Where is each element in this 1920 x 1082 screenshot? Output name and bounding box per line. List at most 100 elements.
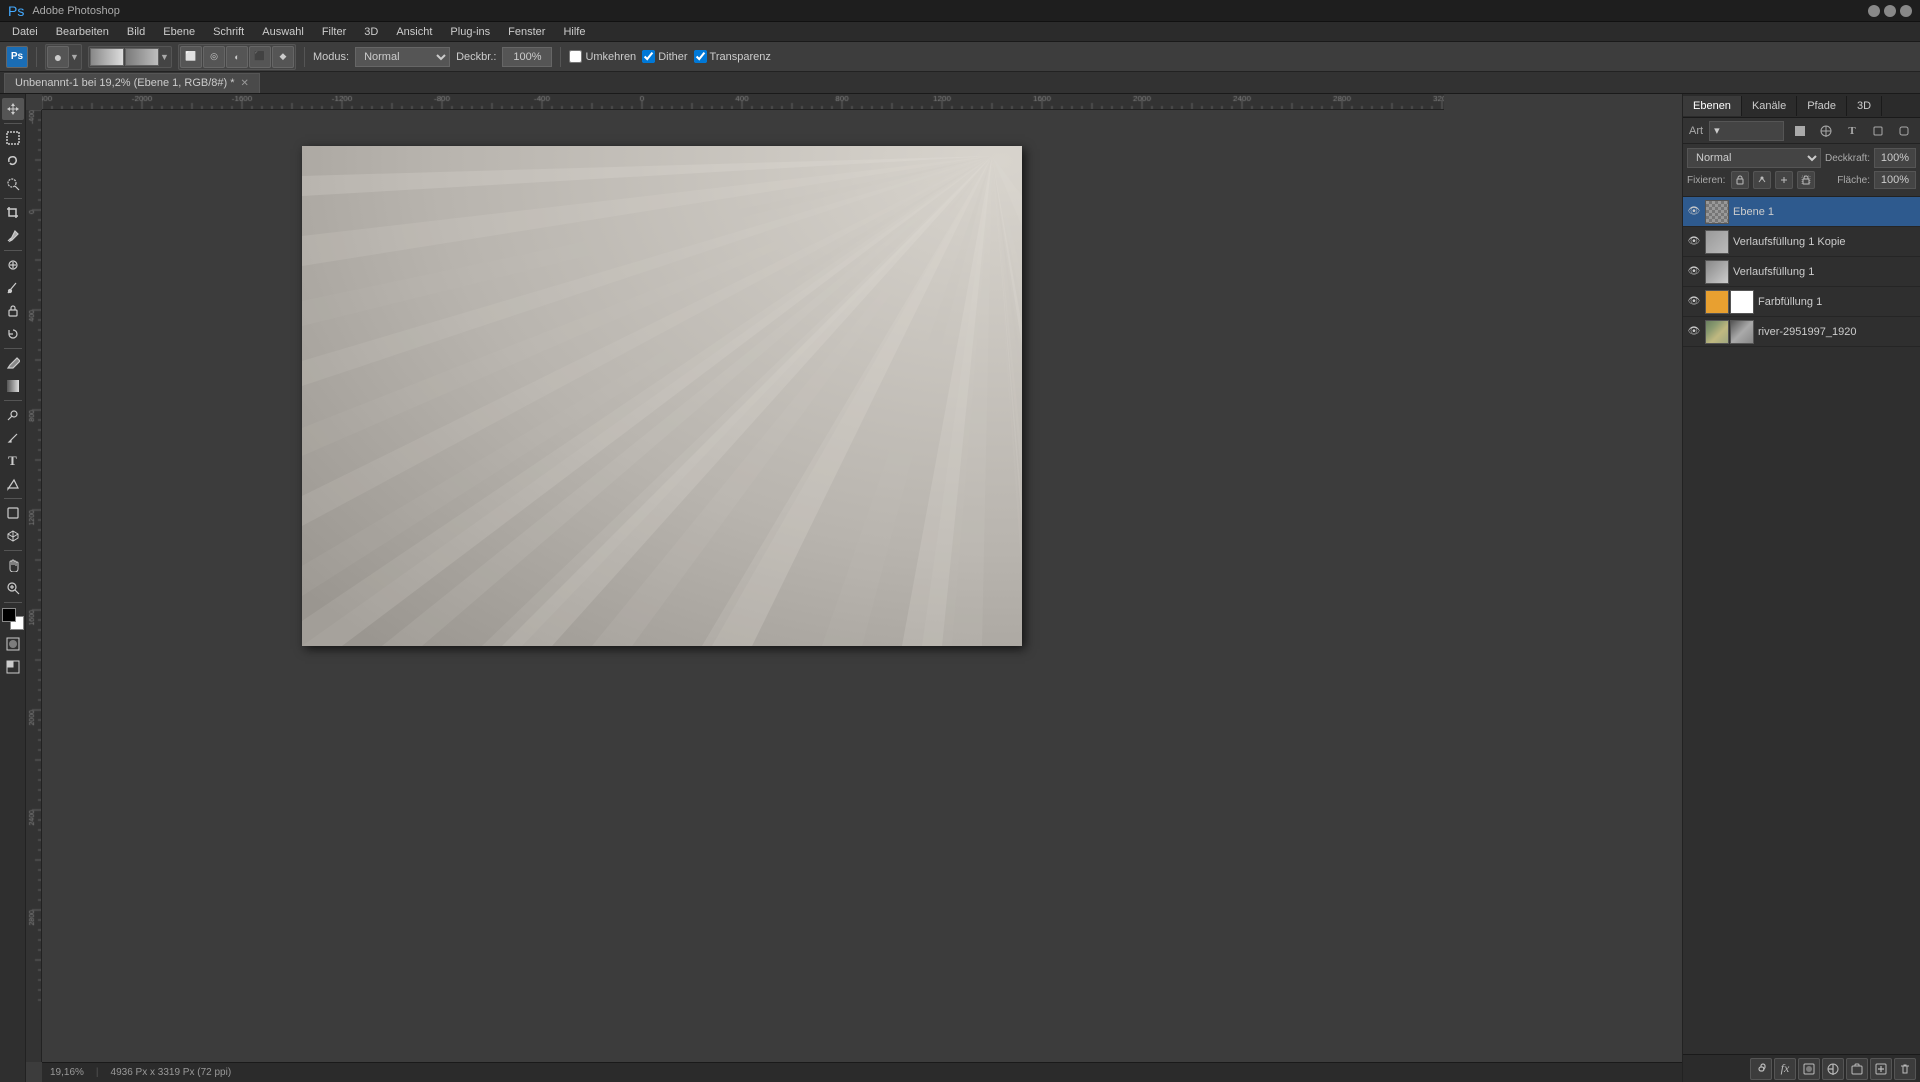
filter-type-btn[interactable]: T [1842,121,1862,141]
add-group-btn[interactable] [1846,1058,1868,1080]
transparency-checkbox[interactable] [694,50,707,63]
path-select-tool[interactable] [2,473,24,495]
fill-value-input[interactable] [1874,171,1916,189]
tab-kanaele[interactable]: Kanäle [1742,96,1797,116]
blend-mode-select[interactable]: Normal Auflösen Multiplizieren [1687,148,1821,168]
art-select[interactable]: ▾ [1709,121,1784,141]
screen-mode-btn[interactable] [2,656,24,678]
crop-tool[interactable] [2,202,24,224]
menu-schrift[interactable]: Schrift [205,24,252,40]
menu-datei[interactable]: Datei [4,24,46,40]
doc-tab-close[interactable]: ✕ [241,78,249,89]
link-layers-btn[interactable] [1750,1058,1772,1080]
quick-mask-btn[interactable] [2,633,24,655]
brush-dropdown-arrow[interactable]: ▼ [70,52,80,62]
gradient-diamond-icon[interactable]: ◆ [272,46,294,68]
add-adjustment-btn[interactable] [1822,1058,1844,1080]
menu-plugins[interactable]: Plug-ins [442,24,498,40]
3d-tool[interactable] [2,525,24,547]
pen-tool[interactable] [2,427,24,449]
layer-eye-river[interactable]: 👁 [1687,325,1701,339]
gradient-style-group[interactable]: ▼ [88,46,172,68]
opacity-value-input[interactable] [1874,148,1916,168]
add-layer-btn[interactable] [1870,1058,1892,1080]
gradient-radial-btn[interactable] [125,48,159,66]
gradient-angle-icon[interactable]: ◐ [226,46,248,68]
layer-eye-verlauf[interactable]: 👁 [1687,265,1701,279]
gradient-reflected-icon[interactable]: ⬛ [249,46,271,68]
layer-item-farbfuellung[interactable]: 👁 Farbfüllung 1 [1683,287,1920,317]
menu-ebene[interactable]: Ebene [155,24,203,40]
filter-adjust-btn[interactable] [1816,121,1836,141]
layer-item-river[interactable]: 👁 river-2951997_1920 [1683,317,1920,347]
layer-eye-farbfuellung[interactable]: 👁 [1687,295,1701,309]
hand-tool[interactable] [2,554,24,576]
gradient-type-group[interactable]: ⬜ ◎ ◐ ⬛ ◆ [178,44,296,70]
text-tool[interactable]: T [2,450,24,472]
lock-all-btn[interactable] [1797,171,1815,189]
layer-item-verlauf-kopie[interactable]: 👁 Verlaufsfüllung 1 Kopie [1683,227,1920,257]
layer-eye-ebene1[interactable]: 👁 [1687,205,1701,219]
delete-layer-btn[interactable] [1894,1058,1916,1080]
title-bar-buttons[interactable] [1868,5,1912,17]
quick-select-tool[interactable] [2,173,24,195]
filter-shape-btn[interactable] [1868,121,1888,141]
canvas-document[interactable] [302,146,1022,646]
dodge-tool[interactable] [2,404,24,426]
add-mask-btn[interactable] [1798,1058,1820,1080]
shape-tool[interactable] [2,502,24,524]
lock-transparent-btn[interactable] [1731,171,1749,189]
menu-auswahl[interactable]: Auswahl [254,24,312,40]
history-brush-tool[interactable] [2,323,24,345]
lock-position-btn[interactable] [1775,171,1793,189]
stamp-tool[interactable] [2,300,24,322]
brush-tip-btn[interactable]: ● [47,46,69,68]
filter-smart-btn[interactable] [1894,121,1914,141]
heal-tool[interactable] [2,254,24,276]
lock-pixels-btn[interactable] [1753,171,1771,189]
zoom-tool[interactable] [2,577,24,599]
maximize-btn[interactable] [1884,5,1896,17]
layer-item-verlauf[interactable]: 👁 Verlaufsfüllung 1 [1683,257,1920,287]
fg-color-swatch[interactable] [2,608,16,622]
ps-home-btn[interactable]: Ps [6,46,28,68]
layer-eye-verlauf-kopie[interactable]: 👁 [1687,235,1701,249]
reverse-checkbox[interactable] [569,50,582,63]
gradient-linear-btn[interactable] [90,48,124,66]
menu-bearbeiten[interactable]: Bearbeiten [48,24,117,40]
mode-select[interactable]: Normal Auflösen Multiplizieren [355,47,450,67]
gradient-tool[interactable] [2,375,24,397]
lasso-tool[interactable] [2,150,24,172]
menu-hilfe[interactable]: Hilfe [555,24,593,40]
menu-ansicht[interactable]: Ansicht [388,24,440,40]
transparency-checkbox-label[interactable]: Transparenz [694,50,771,63]
eraser-tool[interactable] [2,352,24,374]
gradient-dropdown-arrow[interactable]: ▼ [160,52,170,62]
brush-preset-group[interactable]: ● ▼ [45,44,82,70]
close-btn[interactable] [1900,5,1912,17]
menu-3d[interactable]: 3D [356,24,386,40]
dither-checkbox-label[interactable]: Dither [642,50,687,63]
layer-item-ebene1[interactable]: 👁 Ebene 1 [1683,197,1920,227]
move-tool[interactable] [2,98,24,120]
gradient-radial-icon[interactable]: ◎ [203,46,225,68]
gradient-linear-icon[interactable]: ⬜ [180,46,202,68]
eyedropper-tool[interactable] [2,225,24,247]
canvas-scroll-area[interactable] [42,110,1682,1062]
dither-checkbox[interactable] [642,50,655,63]
tab-pfade[interactable]: Pfade [1797,96,1847,116]
reverse-checkbox-label[interactable]: Umkehren [569,50,636,63]
opacity-input[interactable] [502,47,552,67]
brush-tool[interactable] [2,277,24,299]
filter-pixel-btn[interactable] [1790,121,1810,141]
color-swatches[interactable] [2,608,24,630]
menu-filter[interactable]: Filter [314,24,354,40]
layers-list[interactable]: 👁 Ebene 1 👁 Verlaufsfüllung 1 Kopie 👁 [1683,197,1920,1054]
menu-bild[interactable]: Bild [119,24,153,40]
doc-tab-main[interactable]: Unbenannt-1 bei 19,2% (Ebene 1, RGB/8#) … [4,73,260,93]
menu-fenster[interactable]: Fenster [500,24,553,40]
tab-3d[interactable]: 3D [1847,96,1882,116]
tab-ebenen[interactable]: Ebenen [1683,96,1742,116]
add-style-btn[interactable]: fx [1774,1058,1796,1080]
marquee-tool[interactable] [2,127,24,149]
